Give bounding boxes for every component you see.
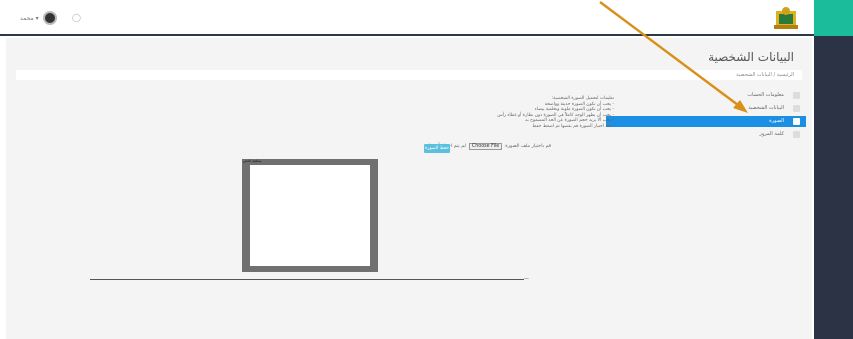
menu-item-account[interactable]: معلومات الحساب (606, 90, 806, 101)
crop-preview[interactable] (250, 165, 370, 266)
zoom-slider-track[interactable] (90, 279, 524, 280)
image-icon (793, 118, 800, 125)
user-menu[interactable]: محمد ▾ (20, 10, 57, 26)
menu-item-label: البيانات الشخصية (748, 105, 784, 111)
choose-file-button[interactable]: Choose File (468, 143, 503, 150)
file-upload-row: قم باختيار ملف الصورة Choose File لم يتم… (424, 143, 614, 150)
menu-item-label: معلومات الحساب (747, 92, 784, 98)
main-content: البيانات الشخصية الرئيسية / البيانات الش… (6, 38, 812, 339)
top-navbar: محمد ▾ ◯ (0, 0, 814, 36)
upload-instructions: تعليمات لتحميل الصورة الشخصية: - يجب أن … (424, 96, 614, 130)
avatar[interactable] (42, 11, 57, 25)
card-icon (793, 105, 800, 112)
bell-icon[interactable]: ◯ (72, 13, 82, 23)
breadcrumb[interactable]: الرئيسية / البيانات الشخصية (16, 70, 802, 80)
sidebar (814, 36, 853, 339)
page-title: البيانات الشخصية (708, 50, 794, 64)
lock-icon (793, 131, 800, 138)
menu-item-password[interactable]: كلمة المرور (606, 129, 806, 140)
save-photo-button[interactable]: حفظ الصورة (424, 144, 450, 153)
profile-menu: معلومات الحساب البيانات الشخصية الصورة ك… (606, 90, 806, 142)
menu-toggle-tab[interactable] (814, 0, 853, 36)
user-name[interactable]: محمد ▾ (20, 15, 39, 22)
emblem-logo (774, 7, 798, 29)
upload-label: قم باختيار ملف الصورة (505, 144, 552, 149)
menu-item-label: الصورة (769, 118, 784, 124)
user-icon (793, 92, 800, 99)
menu-item-personal-data[interactable]: البيانات الشخصية (606, 103, 806, 114)
menu-item-label: كلمة المرور (759, 131, 784, 137)
crop-label: منطقة القص (243, 159, 262, 163)
zoom-slider-handle[interactable]: — (524, 277, 530, 282)
instruction-line: - بعد اختيار الصورة قم بقصها ثم اضغط حفظ (532, 123, 614, 129)
menu-item-photo[interactable]: الصورة (606, 116, 806, 127)
